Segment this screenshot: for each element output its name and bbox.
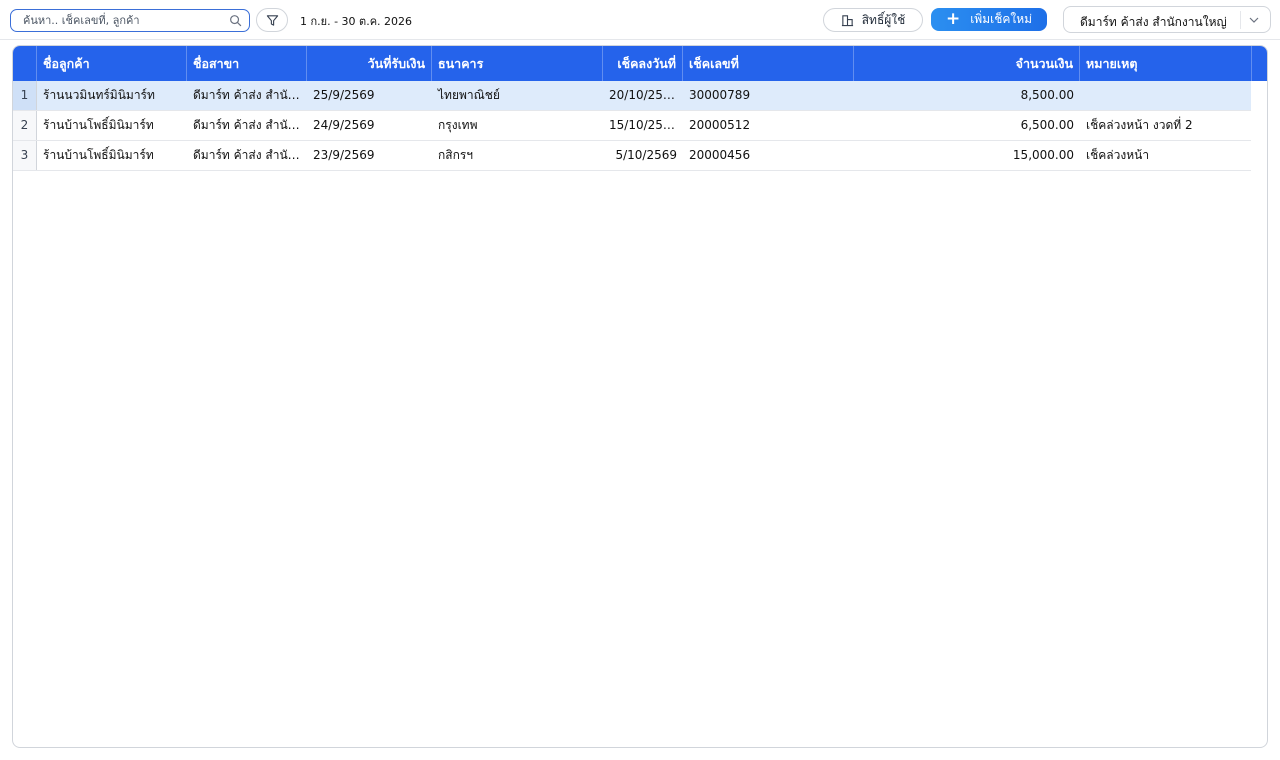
- table-header: ชื่อลูกค้า ชื่อสาขา วันที่รับเงิน ธนาคาร…: [13, 46, 1267, 81]
- branch-select-value: ดีมาร์ท ค้าส่ง สำนักงานใหญ่: [1080, 15, 1227, 29]
- filter-icon: [266, 14, 278, 26]
- table-row[interactable]: 3 ร้านบ้านโพธิ์มินิมาร์ท ดีมาร์ท ค้าส่ง …: [13, 141, 1251, 171]
- cell-branch[interactable]: ดีมาร์ท ค้าส่ง สำนักงานใหญ่: [187, 111, 307, 140]
- header-bank[interactable]: ธนาคาร: [432, 46, 603, 81]
- branch-select[interactable]: ดีมาร์ท ค้าส่ง สำนักงานใหญ่: [1063, 6, 1271, 33]
- cell-received-date[interactable]: 24/9/2569: [307, 111, 432, 140]
- row-index: 1: [13, 81, 37, 110]
- permissions-button[interactable]: สิทธิ์ผู้ใช้: [823, 8, 923, 32]
- header-check-date[interactable]: เช็คลงวันที่: [603, 46, 683, 81]
- cell-customer[interactable]: ร้านบ้านโพธิ์มินิมาร์ท: [37, 111, 187, 140]
- filter-button[interactable]: [256, 8, 288, 32]
- header-check-no[interactable]: เช็คเลขที่: [683, 46, 854, 81]
- cell-amount[interactable]: 6,500.00: [854, 111, 1080, 140]
- add-check-label: เพิ่มเช็คใหม่: [970, 12, 1033, 26]
- header-index: [13, 46, 37, 81]
- cell-branch[interactable]: ดีมาร์ท ค้าส่ง สำนักงานใหญ่: [187, 141, 307, 170]
- cell-check-no[interactable]: 30000789: [683, 81, 854, 110]
- cell-check-no[interactable]: 20000456: [683, 141, 854, 170]
- cell-check-date[interactable]: 5/10/2569: [603, 141, 683, 170]
- header-note[interactable]: หมายเหตุ: [1080, 46, 1252, 81]
- cell-bank[interactable]: กสิกรฯ: [432, 141, 603, 170]
- header-amount[interactable]: จำนวนเงิน: [854, 46, 1080, 81]
- row-index: 2: [13, 111, 37, 140]
- cell-amount[interactable]: 15,000.00: [854, 141, 1080, 170]
- cell-note[interactable]: [1080, 81, 1251, 110]
- date-range[interactable]: 1 ก.ย. - 30 ต.ค. 2026: [300, 12, 412, 30]
- permissions-label: สิทธิ์ผู้ใช้: [861, 12, 906, 27]
- table-row[interactable]: 2 ร้านบ้านโพธิ์มินิมาร์ท ดีมาร์ท ค้าส่ง …: [13, 111, 1251, 141]
- chevron-down-icon[interactable]: [1248, 14, 1260, 26]
- cell-note[interactable]: เช็คล่วงหน้า งวดที่ 2: [1080, 111, 1251, 140]
- cell-customer[interactable]: ร้านบ้านโพธิ์มินิมาร์ท: [37, 141, 187, 170]
- search-input[interactable]: [23, 12, 223, 29]
- header-received-date[interactable]: วันที่รับเงิน: [307, 46, 432, 81]
- header-customer[interactable]: ชื่อลูกค้า: [37, 46, 187, 81]
- cell-amount[interactable]: 8,500.00: [854, 81, 1080, 110]
- search-icon[interactable]: [229, 14, 242, 27]
- building-icon: [841, 14, 853, 26]
- cell-bank[interactable]: กรุงเทพ: [432, 111, 603, 140]
- cell-customer[interactable]: ร้านนวมินทร์มินิมาร์ท: [37, 81, 187, 110]
- checks-table: ชื่อลูกค้า ชื่อสาขา วันที่รับเงิน ธนาคาร…: [12, 45, 1268, 748]
- header-filler: [1252, 46, 1267, 81]
- cell-branch[interactable]: ดีมาร์ท ค้าส่ง สำนักงานใหญ่: [187, 81, 307, 110]
- row-index: 3: [13, 141, 37, 170]
- cell-received-date[interactable]: 25/9/2569: [307, 81, 432, 110]
- select-divider: [1240, 11, 1241, 29]
- header-branch[interactable]: ชื่อสาขา: [187, 46, 307, 81]
- cell-bank[interactable]: ไทยพาณิชย์: [432, 81, 603, 110]
- search-box[interactable]: [10, 9, 250, 32]
- cell-check-date[interactable]: 20/10/2569: [603, 81, 683, 110]
- cell-check-date[interactable]: 15/10/2569: [603, 111, 683, 140]
- cell-check-no[interactable]: 20000512: [683, 111, 854, 140]
- add-check-button[interactable]: + เพิ่มเช็คใหม่: [931, 8, 1047, 31]
- cell-note[interactable]: เช็คล่วงหน้า: [1080, 141, 1251, 170]
- cell-received-date[interactable]: 23/9/2569: [307, 141, 432, 170]
- toolbar: 1 ก.ย. - 30 ต.ค. 2026 สิทธิ์ผู้ใช้ + เพิ…: [0, 0, 1280, 40]
- table-row[interactable]: 1 ร้านนวมินทร์มินิมาร์ท ดีมาร์ท ค้าส่ง ส…: [13, 81, 1251, 111]
- plus-icon: +: [945, 9, 961, 29]
